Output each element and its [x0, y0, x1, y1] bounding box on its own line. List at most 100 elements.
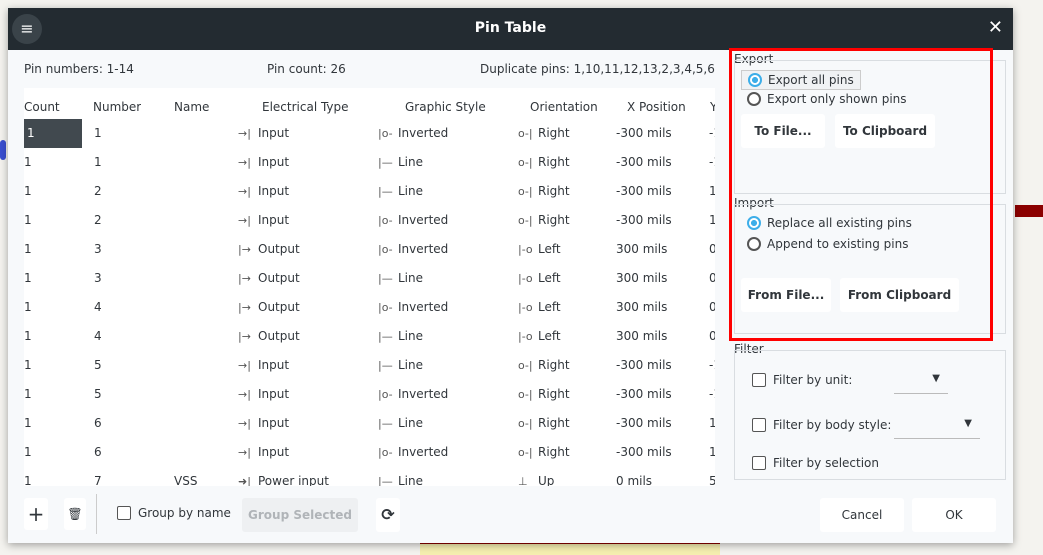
- table-cell[interactable]: 1: [24, 351, 32, 380]
- table-cell[interactable]: 4: [94, 293, 102, 322]
- table-cell[interactable]: |— Line: [378, 177, 423, 206]
- table-cell[interactable]: 1: [24, 467, 32, 486]
- table-cell[interactable]: →| Input: [238, 119, 289, 148]
- table-cell[interactable]: 5: [94, 351, 102, 380]
- table-cell[interactable]: 6: [94, 409, 102, 438]
- table-cell[interactable]: 300 mils: [616, 293, 667, 322]
- group-by-name-checkbox[interactable]: Group by name: [117, 506, 231, 520]
- from-clipboard-button[interactable]: From Clipboard: [840, 278, 959, 312]
- table-row[interactable]: 1 3 |→ Output |— Line |-o Left 300 mils 0 m: [24, 264, 715, 293]
- table-cell[interactable]: 1: [24, 293, 32, 322]
- table-cell[interactable]: 2: [94, 177, 102, 206]
- table-cell[interactable]: 10: [709, 177, 715, 206]
- table-cell[interactable]: |o- Inverted: [378, 235, 448, 264]
- to-file-button[interactable]: To File...: [741, 114, 825, 148]
- table-row[interactable]: 1 6 →| Input |o- Inverted o-| Right -300 mils 10: [24, 438, 715, 467]
- table-cell[interactable]: 0 m: [709, 264, 715, 293]
- table-cell[interactable]: 7: [94, 467, 102, 486]
- column-header[interactable]: Number: [93, 95, 141, 119]
- append-pins-radio[interactable]: Append to existing pins: [747, 237, 908, 251]
- ok-button[interactable]: OK: [912, 498, 996, 532]
- table-cell[interactable]: o-| Right: [518, 206, 570, 235]
- column-header[interactable]: Graphic Style: [405, 95, 486, 119]
- table-cell[interactable]: o-| Right: [518, 148, 570, 177]
- table-cell[interactable]: 1: [24, 206, 32, 235]
- table-cell[interactable]: |-o Left: [518, 264, 561, 293]
- from-file-button[interactable]: From File...: [741, 278, 831, 312]
- table-cell[interactable]: -10: [709, 119, 715, 148]
- table-cell[interactable]: o-| Right: [518, 438, 570, 467]
- table-cell[interactable]: →| Input: [238, 177, 289, 206]
- table-cell[interactable]: 6: [94, 438, 102, 467]
- table-cell[interactable]: |→ Output: [238, 322, 300, 351]
- table-row[interactable]: 1 1 →| Input |o- Inverted o-| Right -300 mils -10: [24, 119, 715, 148]
- table-cell[interactable]: 1: [24, 119, 82, 148]
- table-cell[interactable]: 1: [24, 177, 32, 206]
- table-cell[interactable]: |o- Inverted: [378, 206, 448, 235]
- table-cell[interactable]: 1: [94, 119, 102, 148]
- table-row[interactable]: 1 7 VSS ➜| Power input |— Line ⊥ Up 0 mils 50: [24, 467, 715, 486]
- table-cell[interactable]: 10: [709, 206, 715, 235]
- table-cell[interactable]: 300 mils: [616, 264, 667, 293]
- table-cell[interactable]: 1: [24, 148, 32, 177]
- table-cell[interactable]: -300 mils: [616, 148, 672, 177]
- table-cell[interactable]: ➜| Power input: [238, 467, 329, 486]
- table-cell[interactable]: 0 m: [709, 293, 715, 322]
- table-cell[interactable]: 300 mils: [616, 322, 667, 351]
- group-selected-button[interactable]: Group Selected: [242, 498, 358, 532]
- table-cell[interactable]: |→ Output: [238, 264, 300, 293]
- body-style-dropdown[interactable]: ▼: [894, 413, 980, 439]
- table-cell[interactable]: |o- Inverted: [378, 380, 448, 409]
- export-shown-radio[interactable]: Export only shown pins: [747, 92, 907, 106]
- table-cell[interactable]: VSS: [174, 467, 197, 486]
- table-cell[interactable]: ⊥ Up: [518, 467, 554, 486]
- table-cell[interactable]: -300 mils: [616, 380, 672, 409]
- table-cell[interactable]: |— Line: [378, 148, 423, 177]
- table-cell[interactable]: |o- Inverted: [378, 293, 448, 322]
- table-cell[interactable]: -300 mils: [616, 206, 672, 235]
- table-row[interactable]: 1 3 |→ Output |o- Inverted |-o Left 300 mils 0 m: [24, 235, 715, 264]
- table-row[interactable]: 1 2 →| Input |o- Inverted o-| Right -300 mils 10: [24, 206, 715, 235]
- table-cell[interactable]: 0 m: [709, 235, 715, 264]
- table-cell[interactable]: |— Line: [378, 409, 423, 438]
- table-row[interactable]: 1 4 |→ Output |— Line |-o Left 300 mils 0 m: [24, 322, 715, 351]
- cancel-button[interactable]: Cancel: [820, 498, 904, 532]
- table-cell[interactable]: 1: [24, 380, 32, 409]
- table-cell[interactable]: o-| Right: [518, 409, 570, 438]
- table-cell[interactable]: 3: [94, 235, 102, 264]
- table-cell[interactable]: -10: [709, 380, 715, 409]
- table-cell[interactable]: →| Input: [238, 438, 289, 467]
- table-cell[interactable]: 4: [94, 322, 102, 351]
- column-header[interactable]: Y Position: [710, 95, 715, 119]
- table-cell[interactable]: o-| Right: [518, 351, 570, 380]
- table-cell[interactable]: →| Input: [238, 351, 289, 380]
- column-header[interactable]: X Position: [627, 95, 686, 119]
- column-header[interactable]: Electrical Type: [262, 95, 349, 119]
- table-cell[interactable]: 0 mils: [616, 467, 652, 486]
- table-cell[interactable]: 300 mils: [616, 235, 667, 264]
- filter-body-style-checkbox[interactable]: Filter by body style:: [752, 418, 891, 432]
- column-header[interactable]: Name: [174, 95, 209, 119]
- close-icon[interactable]: ✕: [988, 17, 1003, 38]
- table-cell[interactable]: →| Input: [238, 409, 289, 438]
- table-cell[interactable]: 1: [24, 322, 32, 351]
- table-cell[interactable]: →| Input: [238, 380, 289, 409]
- table-cell[interactable]: 1: [24, 264, 32, 293]
- table-cell[interactable]: |o- Inverted: [378, 119, 448, 148]
- table-cell[interactable]: |-o Left: [518, 293, 561, 322]
- table-cell[interactable]: |o- Inverted: [378, 438, 448, 467]
- table-cell[interactable]: 1: [94, 148, 102, 177]
- filter-unit-checkbox[interactable]: Filter by unit:: [752, 373, 852, 387]
- table-cell[interactable]: 1: [24, 409, 32, 438]
- table-cell[interactable]: 10: [709, 409, 715, 438]
- table-row[interactable]: 1 5 →| Input |— Line o-| Right -300 mils -10: [24, 351, 715, 380]
- table-row[interactable]: 1 6 →| Input |— Line o-| Right -300 mils 10: [24, 409, 715, 438]
- table-cell[interactable]: o-| Right: [518, 380, 570, 409]
- table-cell[interactable]: 0 m: [709, 322, 715, 351]
- table-row[interactable]: 1 2 →| Input |— Line o-| Right -300 mils 10: [24, 177, 715, 206]
- replace-pins-radio[interactable]: Replace all existing pins: [747, 216, 912, 230]
- trash-icon[interactable]: 🗑: [64, 498, 86, 530]
- table-cell[interactable]: |→ Output: [238, 235, 300, 264]
- table-cell[interactable]: -300 mils: [616, 177, 672, 206]
- table-cell[interactable]: -300 mils: [616, 119, 672, 148]
